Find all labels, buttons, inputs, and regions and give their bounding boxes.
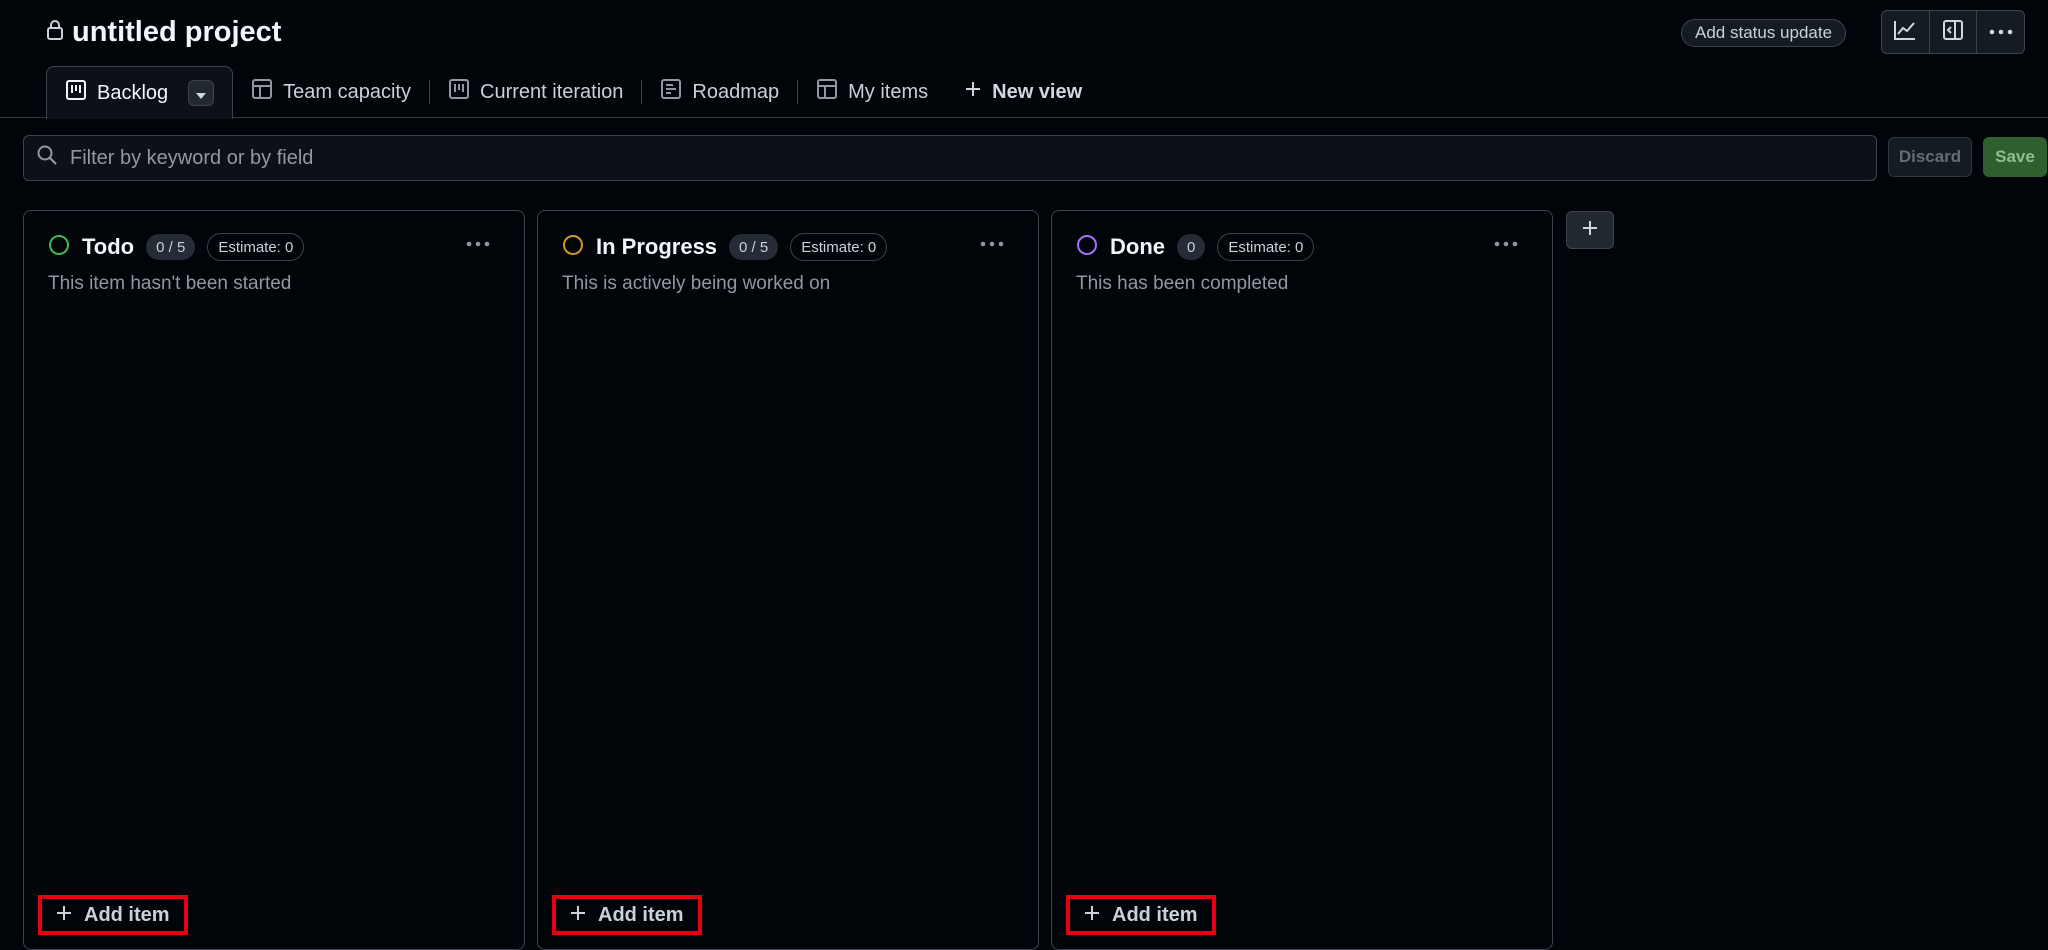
estimate-badge: Estimate: 0	[1217, 233, 1315, 261]
tab-backlog[interactable]: Backlog	[46, 66, 234, 119]
column-description: This has been completed	[1076, 273, 1289, 294]
column-todo: Todo 0 / 5 Estimate: 0 This item hasn't …	[23, 210, 525, 950]
view-options-button[interactable]	[188, 80, 215, 106]
item-count-badge: 0 / 5	[146, 234, 196, 260]
column-title: Todo	[82, 234, 135, 259]
kebab-horizontal-icon	[1494, 235, 1518, 252]
add-item-button[interactable]: Add item	[552, 895, 702, 935]
column-description: This item hasn't been started	[48, 273, 292, 294]
tab-team-capacity[interactable]: Team capacity	[233, 66, 429, 118]
column-menu-button[interactable]	[1494, 235, 1518, 253]
discard-button[interactable]: Discard	[1888, 137, 1972, 177]
triangle-down-icon	[196, 82, 207, 105]
add-status-update-button[interactable]: Add status update	[1681, 19, 1847, 47]
search-icon	[36, 144, 58, 172]
tab-label: Backlog	[97, 81, 169, 104]
table-icon	[816, 78, 838, 106]
header-actions	[1881, 10, 2025, 54]
column-menu-button[interactable]	[466, 235, 490, 253]
plus-icon	[56, 904, 72, 927]
plus-icon	[1084, 904, 1100, 927]
page-title[interactable]: untitled project	[72, 16, 281, 49]
item-count-badge: 0 / 5	[729, 234, 779, 260]
roadmap-icon	[660, 78, 682, 106]
new-view-button[interactable]: New view	[946, 66, 1100, 118]
tab-my-items[interactable]: My items	[798, 66, 946, 118]
insights-button[interactable]	[1882, 11, 1929, 53]
add-item-label: Add item	[84, 903, 170, 926]
side-panel-button[interactable]	[1928, 11, 1977, 53]
view-tabs: Backlog Team capacity Current iteration	[46, 66, 1100, 119]
graph-icon	[1893, 19, 1917, 46]
column-done: Done 0 Estimate: 0 This has been complet…	[1051, 210, 1553, 950]
tab-label: Team capacity	[283, 80, 411, 103]
status-circle-icon	[562, 234, 584, 261]
plus-icon	[1581, 219, 1599, 242]
tab-label: Roadmap	[692, 80, 780, 103]
more-options-button[interactable]	[1976, 11, 2024, 53]
tab-label: New view	[992, 80, 1083, 103]
column-header: In Progress 0 / 5 Estimate: 0	[562, 233, 888, 261]
add-item-label: Add item	[1112, 903, 1198, 926]
add-item-button[interactable]: Add item	[38, 895, 188, 935]
filter-box[interactable]	[23, 135, 1877, 181]
column-header: Done 0 Estimate: 0	[1076, 233, 1315, 261]
column-header: Todo 0 / 5 Estimate: 0	[48, 233, 305, 261]
estimate-badge: Estimate: 0	[207, 233, 305, 261]
add-column-button[interactable]	[1566, 211, 1614, 249]
kebab-horizontal-icon	[980, 235, 1004, 252]
status-circle-icon	[1076, 234, 1098, 261]
kebab-horizontal-icon	[1989, 23, 2013, 41]
add-item-button[interactable]: Add item	[1066, 895, 1216, 935]
column-title: Done	[1110, 234, 1165, 259]
project-header: untitled project Add status update Backl…	[0, 0, 2048, 119]
add-item-label: Add item	[598, 903, 684, 926]
column-menu-button[interactable]	[980, 235, 1004, 253]
column-title: In Progress	[596, 234, 718, 259]
estimate-badge: Estimate: 0	[790, 233, 888, 261]
column-in-progress: In Progress 0 / 5 Estimate: 0 This is ac…	[537, 210, 1039, 950]
status-circle-icon	[48, 234, 70, 261]
kebab-horizontal-icon	[466, 235, 490, 252]
tab-current-iteration[interactable]: Current iteration	[430, 66, 641, 118]
plus-icon	[964, 80, 982, 104]
tab-label: Current iteration	[480, 80, 624, 103]
plus-icon	[570, 904, 586, 927]
title-row: untitled project	[46, 16, 281, 49]
sidebar-expand-icon	[1942, 19, 1964, 46]
table-icon	[251, 78, 273, 106]
item-count-badge: 0	[1177, 234, 1206, 260]
tab-roadmap[interactable]: Roadmap	[642, 66, 797, 118]
filter-bar: Discard Save	[23, 135, 2047, 181]
board-icon	[65, 79, 87, 107]
save-button[interactable]: Save	[1983, 137, 2047, 177]
board-icon	[448, 78, 470, 106]
lock-icon	[46, 19, 64, 46]
tab-label: My items	[848, 80, 929, 103]
column-description: This is actively being worked on	[562, 273, 831, 294]
filter-input[interactable]	[70, 146, 1770, 170]
